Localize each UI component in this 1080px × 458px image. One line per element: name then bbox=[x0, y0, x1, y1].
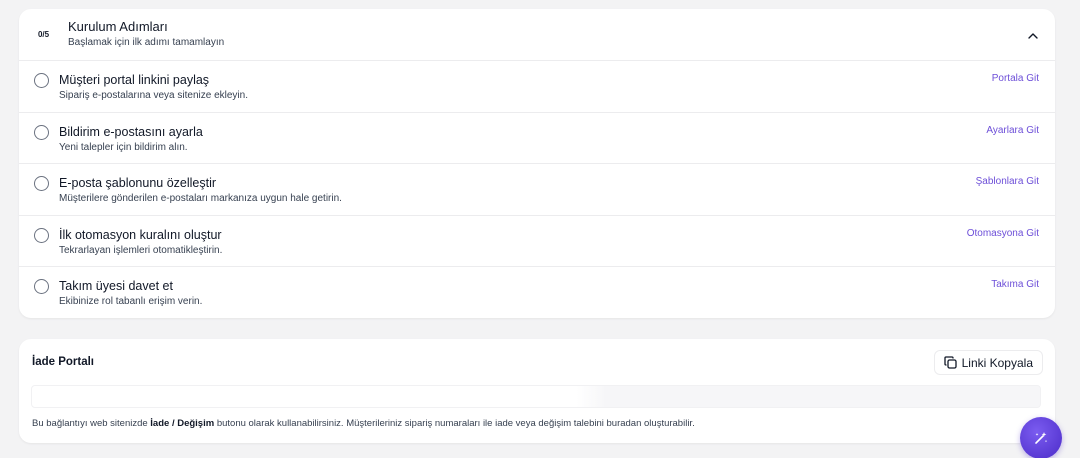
note-prefix: Bu bağlantıyı web sitenizde bbox=[32, 418, 151, 429]
setup-title: Kurulum Adımları bbox=[68, 19, 168, 34]
step-description: Müşterilere gönderilen e-postaları marka… bbox=[59, 193, 342, 204]
setup-step-automation-rule: İlk otomasyon kuralını oluştur Tekrarlay… bbox=[19, 216, 1055, 267]
step-title: E-posta şablonunu özelleştir bbox=[59, 176, 217, 190]
setup-steps-card: 0/5 Kurulum Adımları Başlamak için ilk a… bbox=[19, 9, 1055, 318]
setup-step-email-template: E-posta şablonunu özelleştir Müşterilere… bbox=[19, 164, 1055, 216]
step-title: Takım üyesi davet et bbox=[59, 279, 173, 293]
step-description: Sipariş e-postalarına veya sitenize ekle… bbox=[59, 90, 248, 101]
magic-wand-icon bbox=[1035, 432, 1048, 444]
setup-step-share-portal: Müşteri portal linkini paylaş Sipariş e-… bbox=[19, 61, 1055, 113]
assistant-fab-button[interactable] bbox=[1020, 417, 1062, 458]
portal-usage-note: Bu bağlantıyı web sitenizde İade / Değiş… bbox=[32, 418, 695, 429]
go-to-templates-link[interactable]: Şablonlara Git bbox=[976, 176, 1039, 187]
portal-link-field[interactable] bbox=[31, 385, 1041, 408]
collapse-button[interactable] bbox=[1025, 27, 1041, 43]
note-suffix: butonu olarak kullanabilirsiniz. Müşteri… bbox=[214, 418, 695, 429]
chevron-up-icon bbox=[1028, 32, 1038, 39]
copy-link-label: Linki Kopyala bbox=[961, 355, 1033, 370]
go-to-team-link[interactable]: Takıma Git bbox=[991, 279, 1039, 290]
go-to-automation-link[interactable]: Otomasyona Git bbox=[967, 228, 1039, 239]
copy-icon bbox=[943, 356, 957, 369]
step-description: Yeni talepler için bildirim alın. bbox=[59, 141, 188, 153]
step-description: Tekrarlayan işlemleri otomatikleştirin. bbox=[59, 244, 223, 256]
setup-subtitle: Başlamak için ilk adımı tamamlayın bbox=[68, 37, 225, 48]
setup-step-notification-email: Bildirim e-postasını ayarla Yeni taleple… bbox=[19, 113, 1055, 164]
step-checkbox[interactable] bbox=[34, 227, 49, 243]
return-portal-card: İade Portalı Linki Kopyala Bu bağlantıyı… bbox=[19, 339, 1055, 443]
step-checkbox[interactable] bbox=[34, 73, 49, 88]
step-checkbox[interactable] bbox=[34, 124, 49, 140]
go-to-settings-link[interactable]: Ayarlara Git bbox=[986, 125, 1039, 136]
step-title: İlk otomasyon kuralını oluştur bbox=[59, 227, 222, 242]
setup-header-texts: Kurulum Adımları Başlamak için ilk adımı… bbox=[68, 19, 224, 50]
progress-counter: 0/5 bbox=[37, 30, 50, 39]
setup-header[interactable]: 0/5 Kurulum Adımları Başlamak için ilk a… bbox=[19, 9, 1055, 61]
step-checkbox[interactable] bbox=[34, 176, 49, 191]
note-bold: İade / Değişim bbox=[150, 418, 215, 429]
copy-link-button[interactable]: Linki Kopyala bbox=[933, 350, 1043, 375]
go-to-portal-link[interactable]: Portala Git bbox=[992, 73, 1039, 84]
setup-step-invite-team: Takım üyesi davet et Ekibinize rol taban… bbox=[19, 267, 1055, 319]
portal-title: İade Portalı bbox=[32, 356, 94, 368]
step-title: Müşteri portal linkini paylaş bbox=[59, 73, 210, 87]
step-description: Ekibinize rol tabanlı erişim verin. bbox=[59, 296, 203, 307]
step-title: Bildirim e-postasını ayarla bbox=[59, 124, 203, 139]
step-checkbox[interactable] bbox=[34, 279, 49, 294]
